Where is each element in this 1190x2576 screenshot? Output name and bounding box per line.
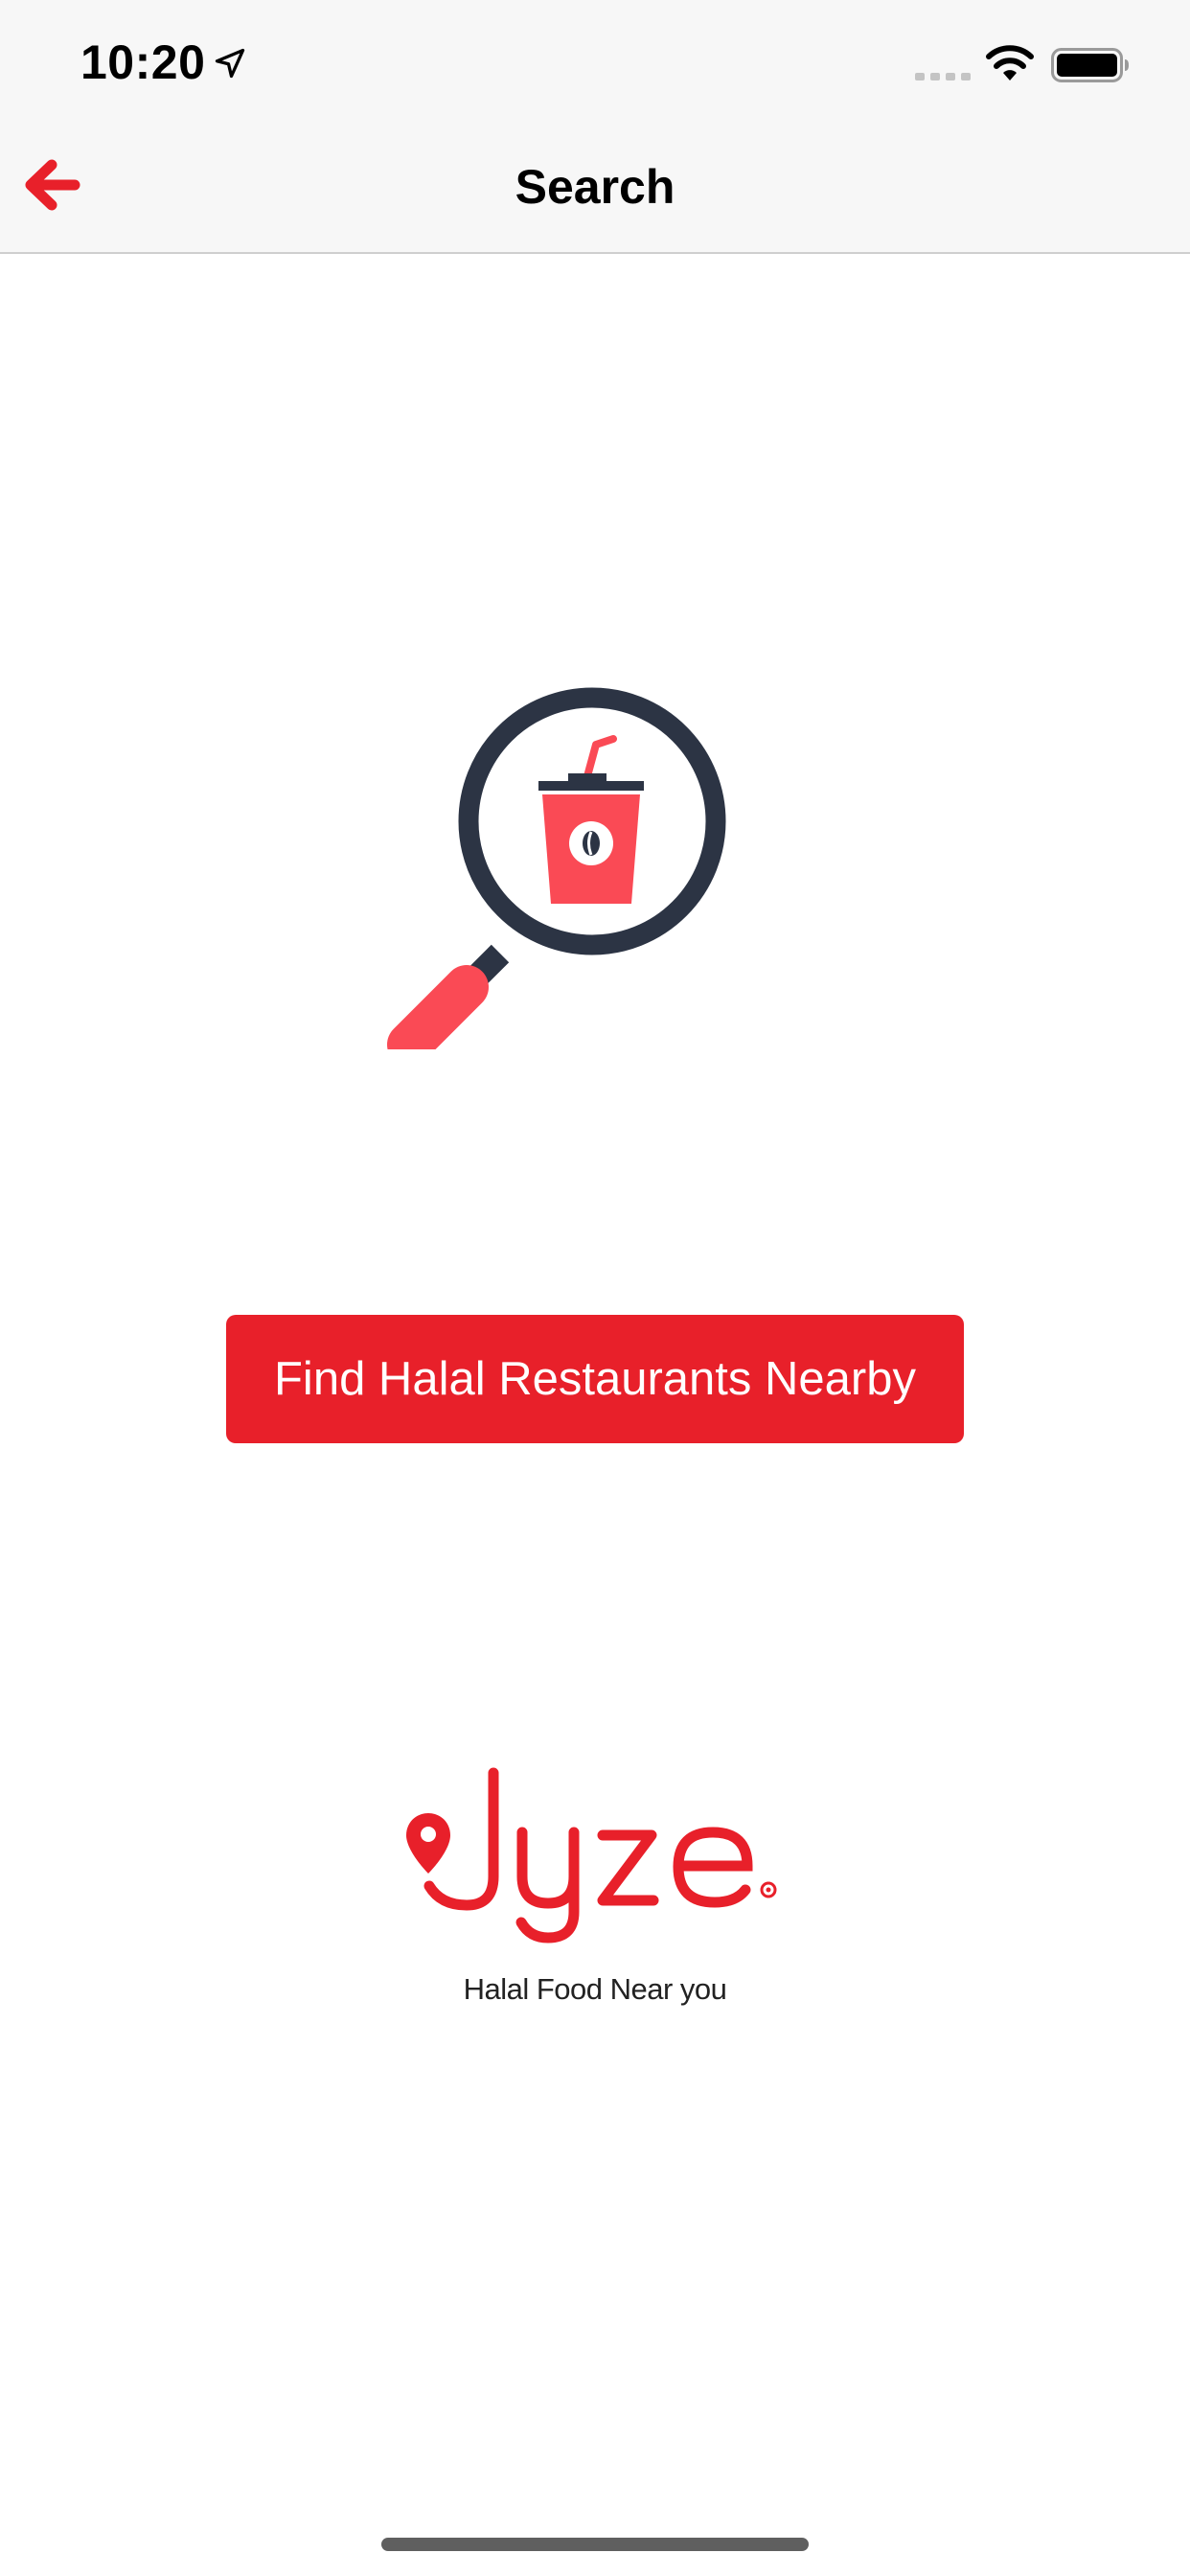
tagline: Halal Food Near you bbox=[463, 1972, 727, 2006]
cellular-signal-icon bbox=[915, 73, 971, 80]
status-bar: 10:20 bbox=[0, 0, 1190, 126]
magnifier-drink-cup-icon bbox=[387, 687, 726, 1049]
wifi-icon bbox=[986, 45, 1034, 80]
jyze-logo bbox=[406, 1767, 777, 1944]
page-title: Search bbox=[515, 160, 675, 214]
navigation-bar: Search bbox=[0, 126, 1190, 254]
battery-icon bbox=[1051, 48, 1129, 82]
find-halal-restaurants-button[interactable]: Find Halal Restaurants Nearby bbox=[226, 1315, 964, 1443]
status-time: 10:20 bbox=[80, 35, 206, 89]
home-indicator[interactable] bbox=[381, 2538, 809, 2551]
location-arrow-icon bbox=[215, 48, 245, 79]
